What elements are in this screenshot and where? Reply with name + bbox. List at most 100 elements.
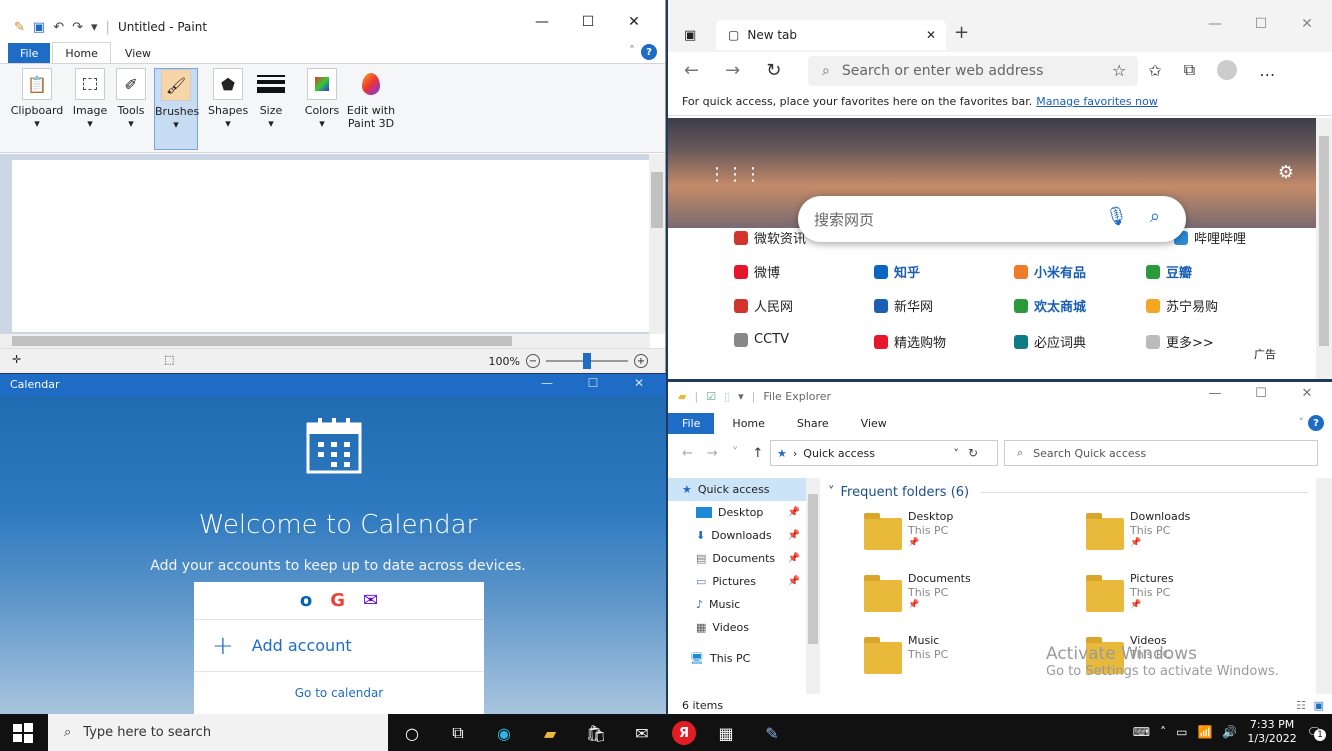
shapes-group[interactable]: ⬟ Shapes ▾ [208,68,248,150]
tab-file[interactable]: File [668,412,715,434]
collections-icon[interactable]: ⧉ [1184,60,1195,80]
folder-item-music[interactable]: Music This PC [828,628,1028,684]
go-to-calendar-button[interactable]: Go to calendar [194,672,484,714]
maximize-button[interactable]: ☐ [1238,386,1284,401]
quick-link[interactable]: 欢太商城 [1014,296,1086,315]
quick-link[interactable]: 人民网 [734,296,793,315]
task-view-icon[interactable]: ⧉ [442,718,474,748]
show-hidden-icons-icon[interactable]: ˄ [1160,725,1166,739]
zoom-slider[interactable] [546,353,628,369]
large-icons-view-icon[interactable]: ▣ [1314,699,1324,712]
nav-item-quick-access[interactable]: ★ Quick access [668,478,818,501]
add-favorite-icon[interactable]: ☆ [1112,61,1126,80]
quick-link[interactable]: 必应词典 [1014,332,1086,351]
quick-link[interactable]: 哔哩哔哩 [1174,228,1246,247]
help-icon[interactable]: ? [641,44,657,60]
taskbar-search-input[interactable]: Type here to search [83,725,211,740]
collapse-ribbon-icon[interactable]: ˄ [629,44,635,58]
details-view-icon[interactable]: ☷ [1296,699,1306,712]
quick-link[interactable]: 精选购物 [874,332,946,351]
maximize-button[interactable]: ☐ [570,376,616,390]
manage-favorites-link[interactable]: Manage favorites now [1036,95,1158,108]
address-bar[interactable]: ⌕ Search or enter web address [808,56,1138,86]
search-icon[interactable]: ⌕ [1150,206,1160,227]
paint-vertical-scrollbar[interactable] [649,154,665,334]
folder-item-documents[interactable]: Documents This PC 📌 [828,566,1028,622]
minimize-button[interactable]: — [1192,16,1238,32]
zoom-out-button[interactable]: − [526,354,540,368]
up-icon[interactable]: ↑ [752,446,763,461]
image-group[interactable]: Image ▾ [70,68,110,150]
tab-home[interactable]: Home [52,42,111,64]
minimize-button[interactable]: — [524,376,570,390]
web-search-box[interactable]: 搜索网页 🎙 ⌕ [798,196,1186,242]
quick-link-more[interactable]: 更多>> [1146,332,1214,351]
paint-canvas[interactable] [12,160,652,332]
tab-home[interactable]: Home [718,413,778,434]
edge-page-scrollbar[interactable] [1316,118,1332,379]
yandex-icon[interactable]: Я [672,721,696,745]
microphone-icon[interactable]: 🎙 [1105,206,1128,227]
paint-app-icon[interactable]: ✎ [756,718,788,748]
new-tab-button[interactable]: + [954,22,969,43]
quick-link[interactable]: 苏宁易购 [1146,296,1218,315]
paint-horizontal-scrollbar[interactable] [0,334,650,348]
store-icon[interactable]: 🛍 [580,718,612,748]
customize-qat-icon[interactable]: ▾ [738,390,744,403]
keyboard-icon[interactable]: ⌨ [1133,725,1150,739]
zoom-slider-knob[interactable] [583,353,591,369]
favorites-icon[interactable]: ✩ [1148,61,1161,80]
notification-icon[interactable]: 🗨1 [1307,725,1326,741]
edit-with-paint3d-button[interactable]: Edit with Paint 3D [346,68,396,150]
refresh-icon[interactable]: ↻ [766,60,781,81]
forward-icon[interactable]: → [725,60,740,81]
brushes-group[interactable]: 🖌 Brushes ▾ [154,68,199,150]
search-box[interactable]: ⌕ Search Quick access [1004,440,1318,466]
nav-item-pictures[interactable]: ▭ Pictures 📌 [668,570,818,593]
windows-start-icon[interactable] [12,722,34,744]
minimize-button[interactable]: — [1192,386,1238,401]
nav-item-music[interactable]: ♪ Music [668,593,818,616]
settings-more-icon[interactable]: … [1259,61,1275,80]
tab-view[interactable]: View [847,413,901,434]
tab-file[interactable]: File [8,42,51,64]
frequent-folders-header[interactable]: ˅ Frequent folders (6) [828,482,1308,502]
nav-item-desktop[interactable]: Desktop 📌 [668,501,818,524]
volume-icon[interactable]: 🔊 [1222,725,1237,739]
redo-icon[interactable]: ↷ [72,20,83,35]
quick-link[interactable]: 豆瓣 [1146,262,1192,281]
properties-icon[interactable]: ☑ [706,390,716,403]
quick-link[interactable]: 微软资讯 [734,228,806,247]
quick-link[interactable]: 小米有品 [1014,262,1086,281]
quick-link[interactable]: 新华网 [874,296,933,315]
customize-qat-icon[interactable]: ▾ [91,20,98,35]
calendar-app-icon[interactable]: ▦ [710,718,742,748]
maximize-button[interactable]: ☐ [565,14,611,30]
folder-item-desktop[interactable]: Desktop This PC 📌 [828,504,1028,560]
mail-icon[interactable]: ✉ [626,718,658,748]
help-icon[interactable]: ? [1308,415,1324,431]
close-tab-icon[interactable]: ✕ [926,28,936,42]
app-launcher-icon[interactable]: ⋮⋮⋮ [708,164,762,185]
refresh-icon[interactable]: ↻ [968,446,978,460]
edge-tab-new-tab[interactable]: ▢ New tab ✕ [716,20,946,50]
back-icon[interactable]: ← [682,446,693,461]
quick-link[interactable]: 知乎 [874,262,920,281]
edge-icon[interactable]: ◉ [488,718,520,748]
expand-ribbon-icon[interactable]: ˅ [1299,416,1305,429]
web-search-input[interactable]: 搜索网页 [814,209,874,230]
address-bar[interactable]: ★ › Quick access ˅ [770,440,998,466]
folder-item-pictures[interactable]: Pictures This PC 📌 [1050,566,1250,622]
chevron-down-icon[interactable]: ˅ [954,447,960,460]
quick-link[interactable]: CCTV [734,332,789,347]
tab-view[interactable]: View [113,43,163,64]
clock[interactable]: 7:33 PM 1/3/2022 [1247,718,1296,746]
gear-icon[interactable]: ⚙ [1278,162,1294,183]
nav-item-videos[interactable]: ▦ Videos [668,616,818,639]
close-button[interactable]: ✕ [616,376,662,390]
save-icon[interactable]: ▣ [33,20,45,35]
close-button[interactable]: ✕ [611,14,657,30]
clipboard-group[interactable]: 📋 Clipboard ▾ [10,68,64,150]
new-folder-icon[interactable]: ▯ [724,390,730,403]
battery-icon[interactable]: ▭ [1176,725,1187,739]
